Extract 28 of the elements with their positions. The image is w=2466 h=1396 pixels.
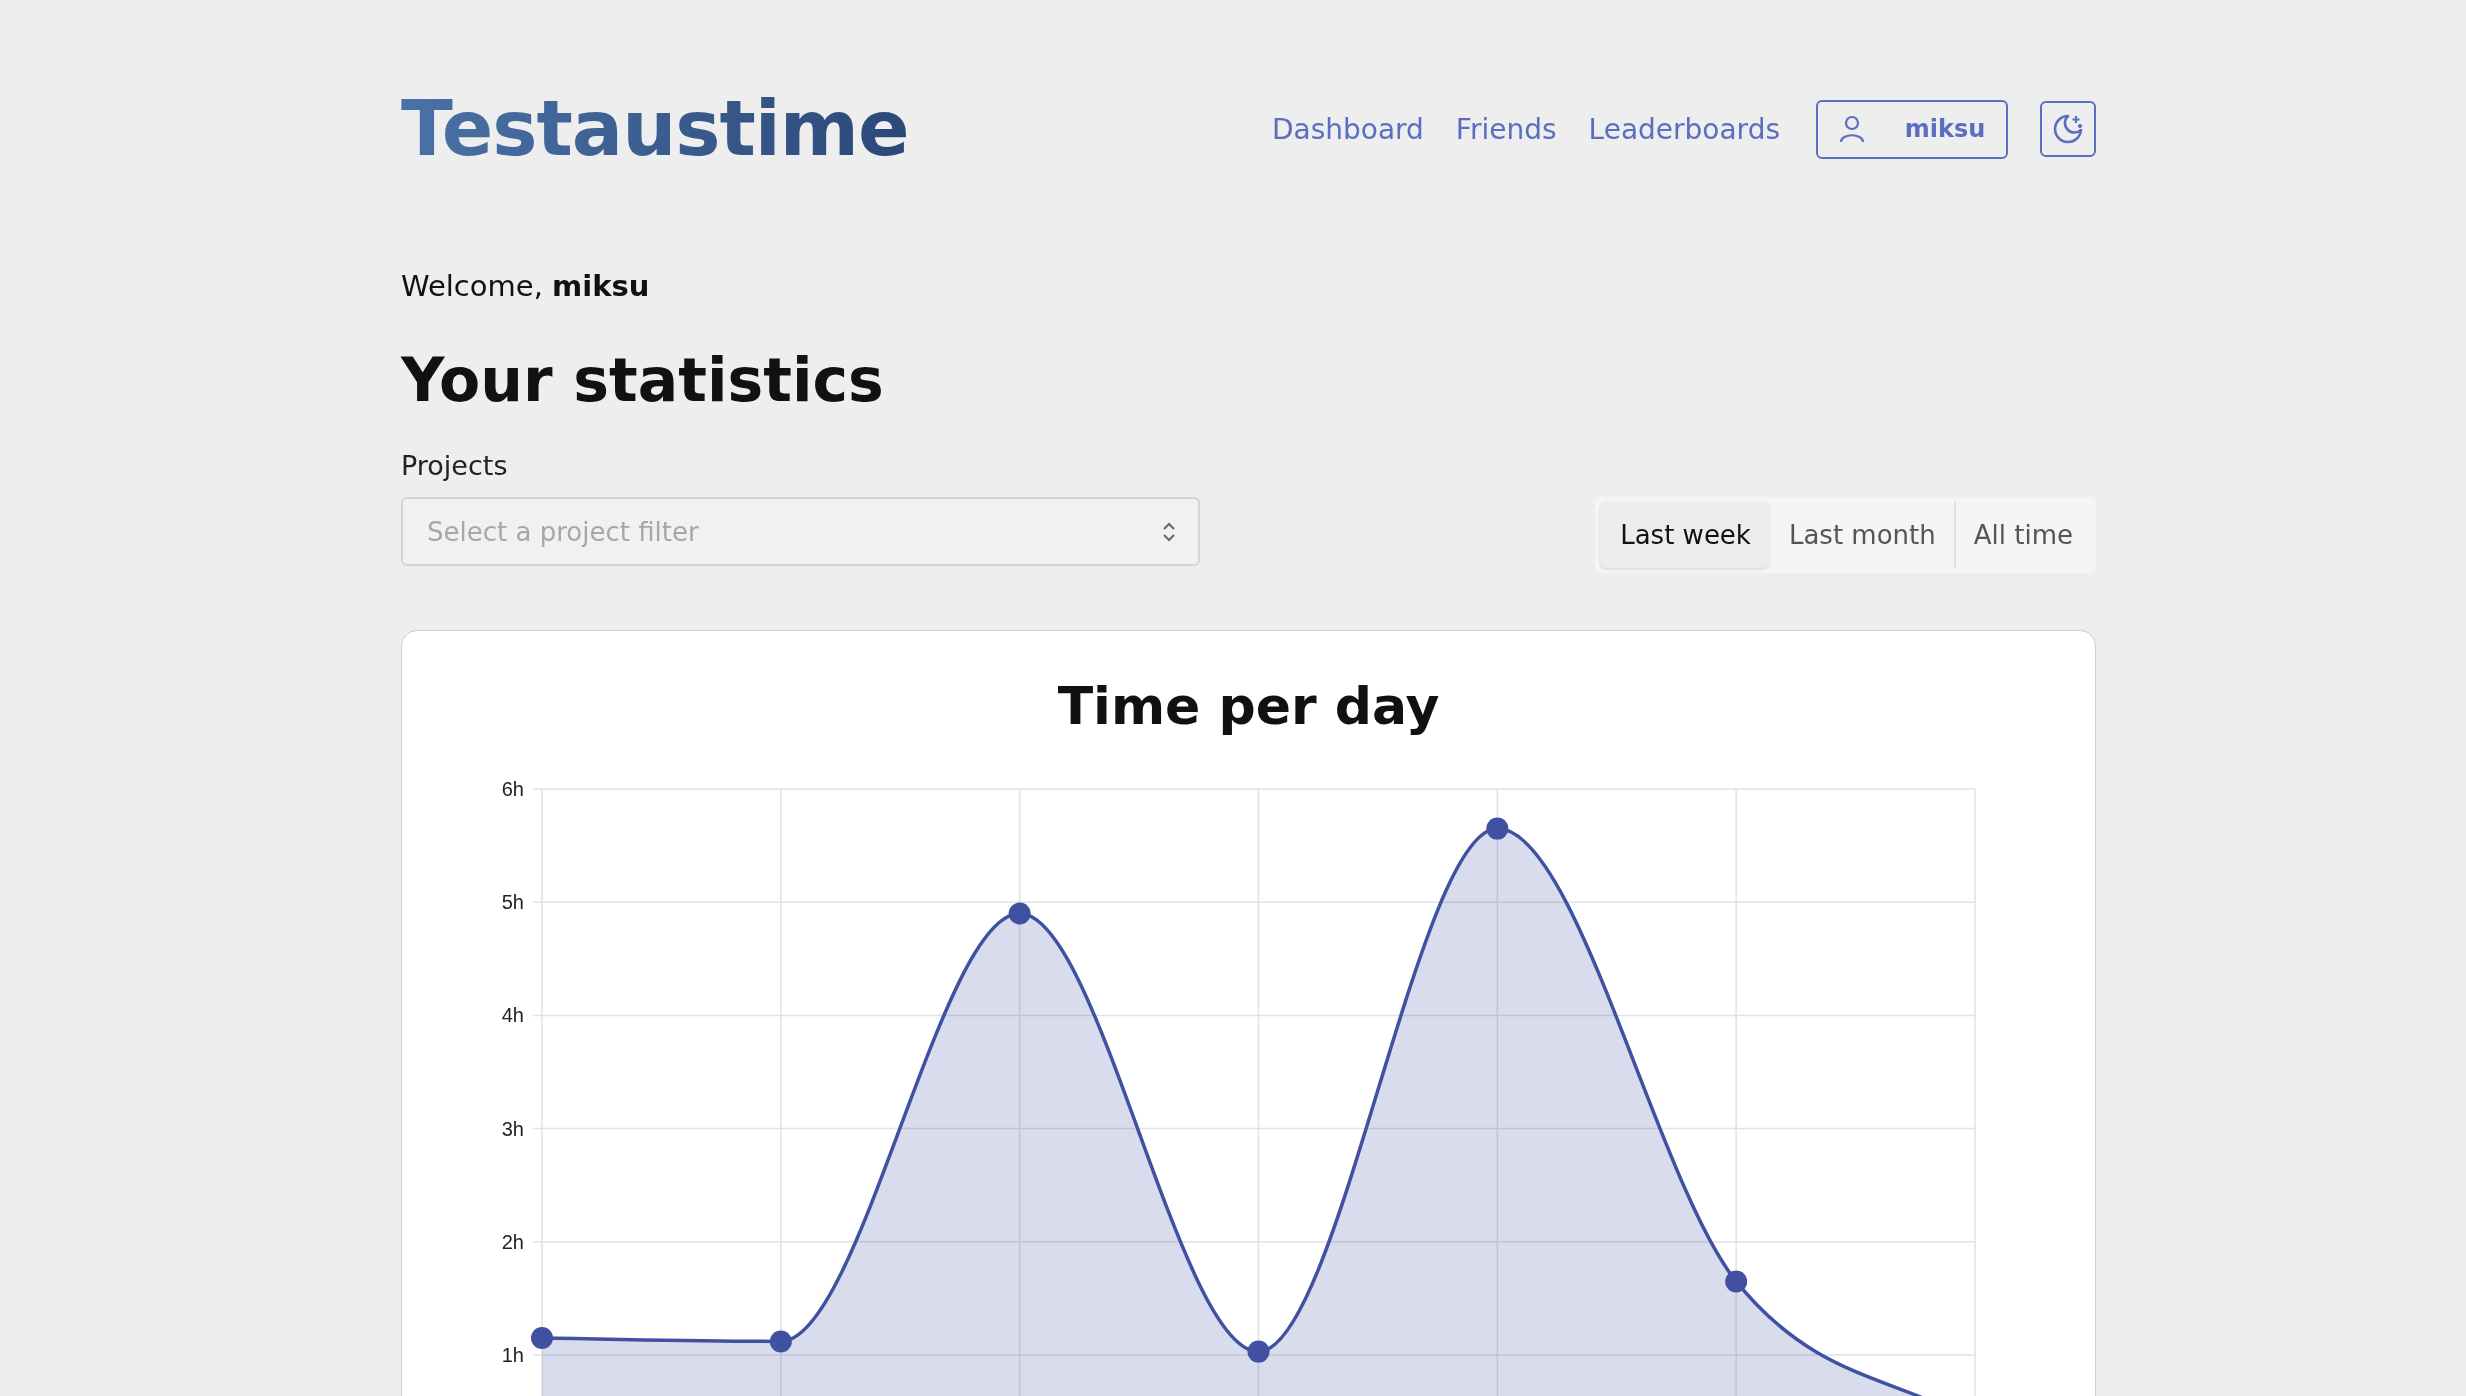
nav-link[interactable]: Friends xyxy=(1455,112,1557,146)
data-point xyxy=(531,1327,553,1349)
data-point xyxy=(769,1330,792,1353)
axis-tick-label: 6h xyxy=(501,778,524,800)
nav-link[interactable]: Leaderboards xyxy=(1588,112,1780,146)
axis-tick-label: 3h xyxy=(501,1117,524,1140)
theme-toggle-button[interactable] xyxy=(2040,101,2096,157)
data-point xyxy=(1247,1340,1270,1363)
range-tab[interactable]: All time xyxy=(1953,502,2091,568)
axis-tick-label: 1h xyxy=(501,1344,524,1366)
user-button[interactable]: miksu xyxy=(1816,99,2008,159)
welcome-text: Welcome, miksu xyxy=(401,268,651,305)
data-point xyxy=(1008,902,1031,925)
data-point xyxy=(1486,817,1509,840)
moon-icon xyxy=(2051,112,2085,146)
axis-tick-label: 4h xyxy=(501,1004,524,1027)
data-point xyxy=(1725,1270,1748,1293)
user-icon xyxy=(1838,115,1865,143)
project-select[interactable]: Select a project filter xyxy=(401,497,1200,566)
page-heading: Your statistics xyxy=(401,344,885,417)
axis-tick-label: 5h xyxy=(501,891,524,914)
field-label: Projects xyxy=(401,449,509,483)
axis-tick-label: 2h xyxy=(501,1230,524,1253)
chevron-icon xyxy=(1162,521,1176,543)
nav-link[interactable]: Dashboard xyxy=(1271,112,1424,146)
range-tab[interactable]: Last week xyxy=(1600,502,1769,568)
chart-title: Time per day xyxy=(1056,675,1441,738)
range-tab[interactable]: Last month xyxy=(1768,502,1954,568)
